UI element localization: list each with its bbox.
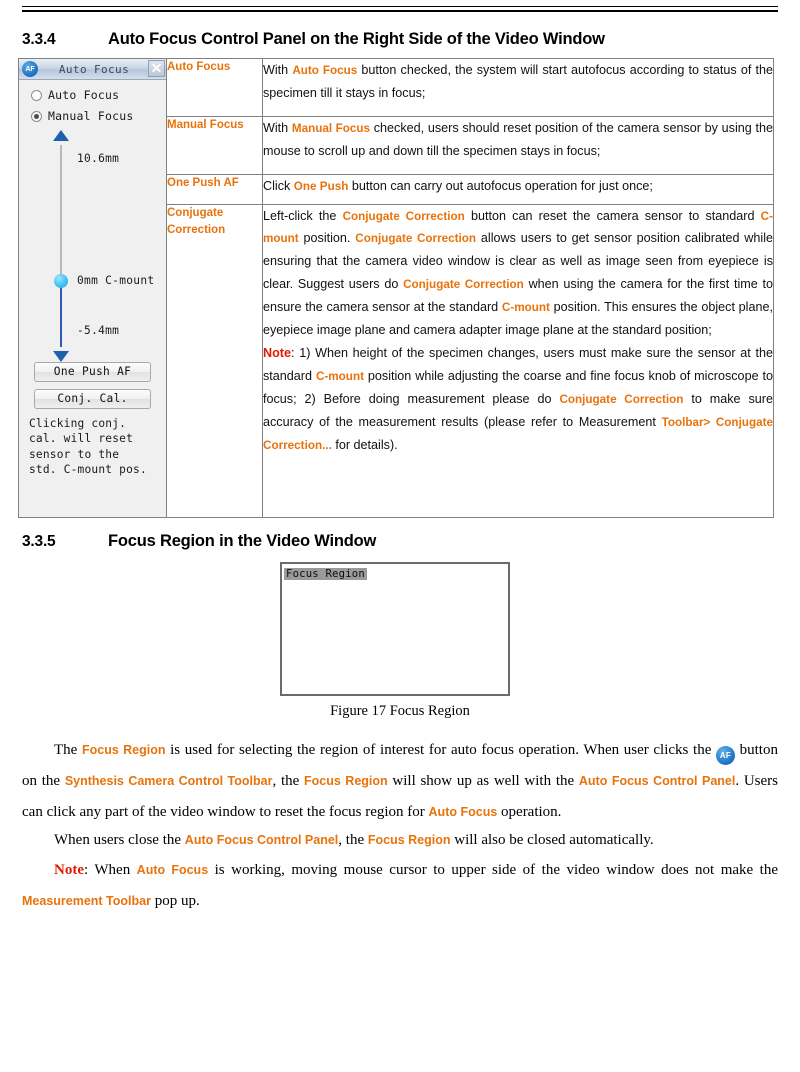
panel-body: Auto Focus Manual Focus 10.6mm 0mm C-mou… — [19, 80, 166, 517]
document-page: 3.3.4 Auto Focus Control Panel on the Ri… — [0, 0, 800, 1072]
text-run: pop up. — [150, 892, 200, 909]
highlight-term: Focus Region — [367, 833, 451, 847]
text-run: button can reset the camera sensor to st… — [464, 208, 761, 223]
figure-caption: Figure 17 Focus Region — [330, 703, 470, 719]
row-label-auto-focus: Auto Focus — [166, 58, 263, 117]
table-row: AF Auto Focus ✕ Auto Focus Manual Focus — [18, 58, 774, 518]
auto-focus-spec-table: AF Auto Focus ✕ Auto Focus Manual Focus — [18, 58, 774, 519]
highlight-term: Auto Focus — [428, 804, 498, 819]
highlight-term: Measurement Toolbar — [22, 893, 151, 908]
focus-region-label: Focus Region — [284, 568, 367, 580]
focus-slider[interactable]: 10.6mm 0mm C-mount -5.4mm — [19, 130, 166, 362]
slider-tick-mid: 0mm C-mount — [77, 274, 155, 287]
radio-label: Auto Focus — [48, 88, 120, 102]
paragraph-focus-region-usage: The Focus Region is used for selecting t… — [22, 735, 778, 827]
highlight-term: C-mount — [315, 369, 364, 383]
af-icon: AF — [716, 746, 735, 765]
radio-auto-focus[interactable]: Auto Focus — [31, 88, 166, 102]
one-push-af-button[interactable]: One Push AF — [34, 362, 151, 382]
text-run: , the — [272, 772, 305, 789]
section-heading-335: 3.3.5 Focus Region in the Video Window — [22, 532, 376, 551]
row-label-conjugate-correction: Conjugate Correction — [166, 203, 263, 519]
highlight-term: Synthesis Camera Control Toolbar — [64, 773, 273, 788]
highlight-term: Auto Focus — [292, 64, 358, 77]
text-run: With — [263, 120, 292, 135]
slider-tick-bottom: -5.4mm — [77, 324, 120, 337]
auto-focus-panel-cell: AF Auto Focus ✕ Auto Focus Manual Focus — [18, 58, 167, 518]
highlight-term: Conjugate Correction — [355, 232, 477, 246]
page-header-rule — [22, 6, 778, 12]
text-run: When users close the — [54, 832, 185, 848]
close-icon[interactable]: ✕ — [148, 60, 165, 77]
highlight-term: Focus Region — [81, 743, 166, 757]
text-run: With — [263, 63, 293, 77]
af-icon: AF — [22, 61, 38, 77]
note-term: Note — [263, 346, 291, 361]
row-label-one-push-af: One Push AF — [166, 173, 263, 205]
slider-thumb[interactable] — [54, 274, 68, 288]
panel-titlebar: AF Auto Focus ✕ — [19, 59, 166, 80]
panel-hint-text: Clicking conj. cal. will reset sensor to… — [29, 417, 147, 477]
text-run: is used for selecting the region of inte… — [165, 742, 716, 758]
down-arrow-icon[interactable] — [53, 351, 69, 362]
text-run: will show up as well with the — [387, 772, 579, 789]
highlight-term: Conjugate Correction — [559, 392, 684, 406]
row-desc-one-push-af: Click One Push button can carry out auto… — [262, 173, 774, 205]
radio-button-icon — [31, 89, 42, 101]
slider-tick-top: 10.6mm — [77, 152, 120, 165]
radio-button-selected-icon — [31, 110, 42, 122]
panel-title: Auto Focus — [58, 62, 130, 76]
text-run: for details). — [331, 437, 398, 452]
text-run: will also be closed automatically. — [450, 832, 654, 848]
radio-manual-focus[interactable]: Manual Focus — [31, 109, 166, 123]
section-heading-334: 3.3.4 Auto Focus Control Panel on the Ri… — [22, 30, 605, 49]
section-number: 3.3.4 — [22, 31, 56, 48]
text-run: position. — [298, 231, 356, 246]
highlight-term: Manual Focus — [291, 121, 371, 135]
text-run: is working, moving mouse cursor to upper… — [208, 862, 778, 878]
text-run: , the — [338, 832, 368, 848]
row-label-manual-focus: Manual Focus — [166, 115, 263, 175]
highlight-term: Auto Focus Control Panel — [578, 773, 736, 788]
text-run: Left-click the — [263, 208, 343, 223]
slider-track-upper[interactable] — [60, 145, 62, 278]
text-run: The — [54, 742, 82, 758]
focus-region-figure: Focus Region — [280, 562, 510, 696]
section-title: Auto Focus Control Panel on the Right Si… — [108, 30, 605, 48]
text-run: button can carry out autofocus operation… — [348, 178, 653, 193]
highlight-term: Auto Focus — [136, 863, 209, 877]
highlight-term: Conjugate Correction — [342, 209, 465, 223]
radio-label: Manual Focus — [48, 109, 134, 123]
row-desc-manual-focus: With Manual Focus checked, users should … — [262, 115, 774, 175]
highlight-term: Conjugate Correction — [403, 278, 524, 292]
paragraph-close-behavior: When users close the Auto Focus Control … — [22, 825, 778, 856]
slider-track-lower[interactable] — [60, 285, 62, 347]
paragraph-note: Note: When Auto Focus is working, moving… — [22, 855, 778, 917]
highlight-term: Focus Region — [304, 773, 388, 788]
note-term: Note — [54, 862, 84, 878]
text-run: operation. — [497, 803, 562, 820]
highlight-term: C-mount — [501, 301, 550, 315]
text-run: : When — [84, 862, 137, 878]
highlight-term: Auto Focus Control Panel — [184, 833, 339, 847]
up-arrow-icon[interactable] — [53, 130, 69, 141]
row-desc-conjugate-correction: Left-click the Conjugate Correction butt… — [262, 203, 774, 519]
section-title: Focus Region in the Video Window — [108, 532, 377, 550]
highlight-term: One Push — [293, 179, 349, 193]
auto-focus-control-panel[interactable]: AF Auto Focus ✕ Auto Focus Manual Focus — [19, 59, 166, 517]
row-desc-auto-focus: With Auto Focus button checked, the syst… — [262, 58, 774, 117]
section-number: 3.3.5 — [22, 533, 56, 550]
text-run: Click — [263, 178, 294, 193]
conjugate-calibration-button[interactable]: Conj. Cal. — [34, 389, 151, 409]
